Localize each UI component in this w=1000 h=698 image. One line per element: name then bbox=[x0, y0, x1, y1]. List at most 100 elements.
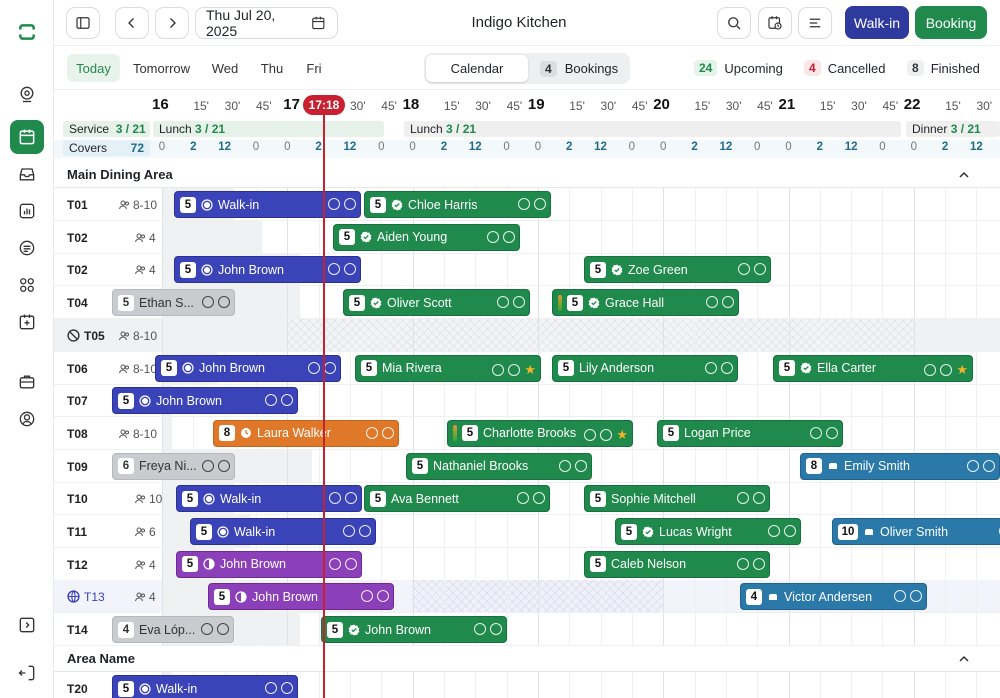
booking-actions bbox=[329, 557, 357, 570]
messages-icon[interactable] bbox=[10, 231, 44, 265]
new-booking-button[interactable]: Booking bbox=[915, 6, 987, 39]
tab-fri[interactable]: Fri bbox=[297, 54, 331, 82]
booking-block[interactable]: 5 Aiden Young bbox=[333, 223, 520, 251]
toggle-panel-button[interactable] bbox=[66, 7, 100, 39]
booking-block[interactable]: 4 Eva Lóp... bbox=[112, 616, 234, 644]
booking-block[interactable]: 5 Charlotte Brooks ★ bbox=[447, 419, 633, 447]
table-name[interactable]: T12 bbox=[67, 558, 88, 572]
booking-block[interactable]: 5 Zoe Green bbox=[584, 256, 771, 284]
booking-block[interactable]: 5 Walk-in bbox=[176, 485, 362, 513]
apps-icon[interactable] bbox=[10, 268, 44, 302]
covers-slot: 0 bbox=[534, 141, 542, 153]
confirmed-badge-icon bbox=[588, 297, 600, 309]
table-name[interactable]: T02 bbox=[67, 263, 88, 277]
booking-block[interactable]: 5 Sophie Mitchell bbox=[584, 485, 770, 513]
covers-slot: 12 bbox=[468, 141, 482, 153]
table-name[interactable]: T02 bbox=[67, 231, 88, 245]
table-name[interactable]: T07 bbox=[67, 394, 88, 408]
booking-block[interactable]: 5 Chloe Harris bbox=[364, 191, 551, 218]
booking-block[interactable]: 5 Walk-in bbox=[174, 191, 361, 218]
chevron-up-icon[interactable] bbox=[958, 653, 970, 665]
table-name[interactable]: T13 bbox=[67, 590, 105, 604]
tab-today[interactable]: Today bbox=[67, 54, 120, 82]
calendar-clock-icon bbox=[768, 16, 782, 30]
booking-block[interactable]: 5 Grace Hall bbox=[552, 289, 739, 317]
profile-icon[interactable] bbox=[10, 402, 44, 436]
tab-thu[interactable]: Thu bbox=[254, 54, 290, 82]
booking-block[interactable]: 5 Logan Price bbox=[657, 419, 843, 447]
table-capacity: 8-10 bbox=[118, 427, 157, 441]
tab-tomorrow[interactable]: Tomorrow bbox=[129, 54, 194, 82]
booking-block[interactable]: 8 Laura Walker bbox=[213, 419, 399, 447]
table-capacity: 8-10 bbox=[118, 362, 157, 376]
booking-block[interactable]: 5 Nathaniel Brooks bbox=[406, 452, 592, 480]
guests-icon bbox=[135, 592, 145, 602]
booking-block[interactable]: 5 John Brown bbox=[174, 256, 361, 284]
tab-wed[interactable]: Wed bbox=[204, 54, 246, 82]
table-name[interactable]: T08 bbox=[67, 427, 88, 441]
upcoming-stat[interactable]: 24 Upcoming bbox=[694, 60, 783, 76]
table-name[interactable]: T05 bbox=[67, 329, 105, 343]
booking-actions bbox=[361, 590, 389, 603]
cancelled-stat[interactable]: 4 Cancelled bbox=[804, 60, 886, 76]
booking-block[interactable]: 5 John Brown bbox=[155, 354, 341, 382]
area-name-section[interactable]: Area Name bbox=[54, 644, 1000, 672]
add-event-icon[interactable] bbox=[10, 305, 44, 339]
booking-block[interactable]: 8 Emily Smith bbox=[800, 452, 1000, 480]
table-name[interactable]: T06 bbox=[67, 362, 88, 376]
table-label: T09 bbox=[67, 459, 88, 474]
quarter-tick: 30' bbox=[600, 99, 617, 113]
service-dinner[interactable]: Dinner 3 / 21 bbox=[906, 121, 1000, 137]
finished-stat[interactable]: 8 Finished bbox=[907, 60, 980, 76]
calendar-icon[interactable] bbox=[10, 120, 44, 154]
reports-icon[interactable] bbox=[10, 194, 44, 228]
schedule-button[interactable] bbox=[758, 7, 792, 39]
next-day-button[interactable] bbox=[155, 7, 189, 39]
table-name[interactable]: T09 bbox=[67, 460, 88, 474]
booking-block[interactable]: 5 John Brown bbox=[321, 616, 507, 644]
service-lunch-2[interactable]: Lunch 3 / 21 bbox=[404, 121, 901, 137]
briefcase-icon[interactable] bbox=[10, 365, 44, 399]
booking-block[interactable]: 5 Lily Anderson bbox=[552, 354, 738, 382]
service-lunch-1[interactable]: Lunch 3 / 21 bbox=[153, 121, 384, 137]
table-name[interactable]: T11 bbox=[67, 525, 87, 539]
booking-block[interactable]: 5 Walk-in bbox=[112, 675, 298, 698]
booking-block[interactable]: 5 Ava Bennett bbox=[364, 485, 550, 513]
walk-in-button[interactable]: Walk-in bbox=[845, 6, 909, 39]
date-picker-button[interactable]: Thu Jul 20, 2025 bbox=[195, 7, 338, 39]
booking-block[interactable]: 5 Ella Carter ★ bbox=[773, 354, 973, 382]
service-name: Lunch bbox=[410, 122, 443, 136]
booking-block[interactable]: 4 Victor Andersen bbox=[740, 583, 927, 611]
filter-menu-button[interactable] bbox=[798, 7, 832, 39]
logout-icon[interactable] bbox=[10, 656, 44, 690]
inbox-icon[interactable] bbox=[10, 157, 44, 191]
guests-icon bbox=[119, 200, 129, 210]
table-name[interactable]: T20 bbox=[67, 682, 88, 696]
calendar-view-button[interactable]: Calendar bbox=[426, 55, 528, 82]
expand-sidebar-icon[interactable] bbox=[10, 608, 44, 642]
date-label: Thu Jul 20, 2025 bbox=[206, 7, 276, 39]
chevron-up-icon[interactable] bbox=[958, 169, 970, 181]
booking-block[interactable]: 5 Walk-in bbox=[190, 518, 376, 545]
booking-block[interactable]: 5 Ethan S... bbox=[112, 289, 235, 317]
table-name[interactable]: T10 bbox=[67, 492, 88, 506]
booking-block[interactable]: 5 Oliver Scott bbox=[343, 289, 530, 317]
booking-block[interactable]: 5 Lucas Wright bbox=[615, 518, 801, 545]
booking-block[interactable]: 5 John Brown bbox=[112, 387, 298, 415]
booking-block[interactable]: 5 Caleb Nelson bbox=[584, 550, 770, 578]
table-name[interactable]: T01 bbox=[67, 198, 88, 212]
booking-block[interactable]: 5 John Brown bbox=[176, 550, 362, 578]
hour-tick: 17 bbox=[283, 96, 300, 113]
booking-block[interactable]: 10 Oliver Smith bbox=[832, 518, 1000, 545]
booking-block[interactable]: 6 Freya Ni... bbox=[112, 452, 235, 480]
location-icon[interactable] bbox=[10, 77, 44, 111]
booking-block[interactable]: 5 Mia Rivera ★ bbox=[355, 354, 541, 382]
table-row: T01 8-10 5 Walk-in 5 Chloe Harris bbox=[54, 188, 1000, 221]
table-name[interactable]: T14 bbox=[67, 623, 88, 637]
prev-day-button[interactable] bbox=[115, 7, 149, 39]
table-name[interactable]: T04 bbox=[67, 296, 88, 310]
booking-block[interactable]: 5 John Brown bbox=[208, 583, 394, 611]
search-button[interactable] bbox=[717, 7, 751, 39]
bookings-view-button[interactable]: 4 Bookings bbox=[534, 55, 628, 82]
area-main-dining[interactable]: Main Dining Area bbox=[54, 160, 1000, 188]
